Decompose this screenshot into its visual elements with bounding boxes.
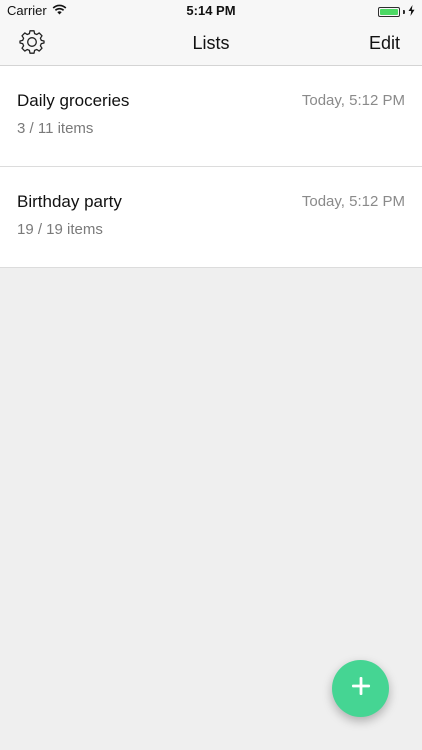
battery-level bbox=[380, 8, 398, 15]
list-item[interactable]: Daily groceries 3 / 11 items Today, 5:12… bbox=[0, 66, 422, 167]
page-title: Lists bbox=[192, 33, 230, 53]
list-item-count: 19 / 19 items bbox=[17, 221, 103, 238]
list-name: Birthday party bbox=[17, 192, 122, 211]
lists-table: Daily groceries 3 / 11 items Today, 5:12… bbox=[0, 66, 422, 268]
status-right bbox=[378, 4, 415, 19]
battery-icon bbox=[378, 6, 400, 17]
plus-icon bbox=[351, 676, 371, 701]
list-timestamp: Today, 5:12 PM bbox=[301, 92, 405, 109]
edit-button[interactable]: Edit bbox=[369, 33, 400, 54]
list-name: Daily groceries bbox=[17, 91, 130, 110]
charging-bolt-icon bbox=[408, 4, 415, 19]
list-item[interactable]: Birthday party 19 / 19 items Today, 5:12… bbox=[0, 167, 422, 268]
add-list-button[interactable] bbox=[332, 660, 389, 717]
battery-tip bbox=[403, 9, 405, 14]
status-bar: Carrier 5:14 PM bbox=[0, 0, 422, 22]
navigation-bar: Lists Edit bbox=[0, 22, 422, 66]
status-time: 5:14 PM bbox=[186, 3, 236, 18]
list-item-count: 3 / 11 items bbox=[17, 120, 94, 137]
list-timestamp: Today, 5:12 PM bbox=[301, 193, 405, 210]
